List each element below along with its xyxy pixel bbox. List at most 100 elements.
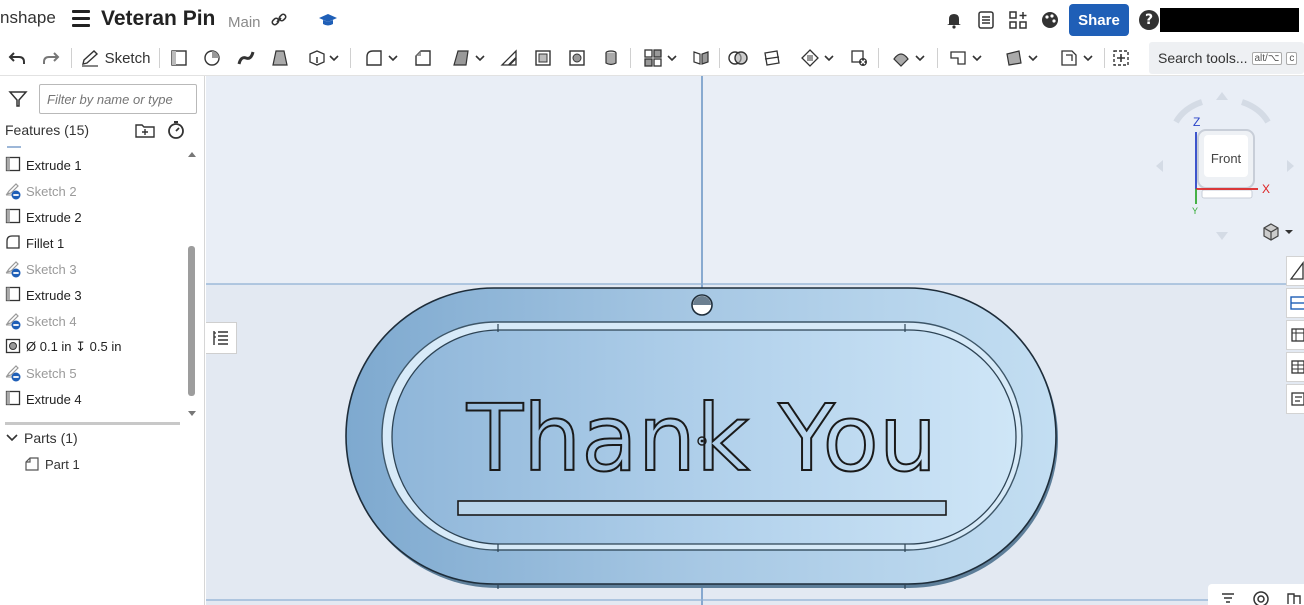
sketch-button[interactable]: Sketch (79, 44, 151, 72)
hole-tool-icon[interactable] (566, 44, 588, 72)
extrude-icon (5, 390, 23, 408)
rotate-arc-right[interactable] (1240, 99, 1271, 124)
cylinder-tool-icon[interactable] (600, 44, 622, 72)
rotate-left-arrow-icon[interactable] (1156, 160, 1163, 172)
cube-icon (1263, 223, 1279, 241)
filter-selection-icon[interactable] (1220, 590, 1236, 605)
rotate-down-arrow-icon[interactable] (1216, 232, 1228, 240)
rotate-up-arrow-icon[interactable] (1216, 92, 1228, 100)
boolean-tool-icon[interactable] (727, 44, 749, 72)
x-axis-label: X (1262, 182, 1270, 196)
feature-item[interactable]: Extrude 3 (5, 284, 82, 306)
view-options-dropdown[interactable] (1262, 222, 1296, 242)
chamfer-tool-icon[interactable] (412, 44, 434, 72)
color-palette-icon[interactable] (1040, 10, 1060, 30)
view-cube-bottom-face[interactable] (1201, 189, 1253, 199)
scrollbar-thumb[interactable] (188, 246, 195, 396)
named-views-icon (1291, 392, 1304, 406)
scroll-down-icon[interactable] (187, 410, 197, 418)
mass-properties-icon (1291, 360, 1304, 374)
plane-tool-dropdown[interactable] (943, 44, 987, 72)
measure-tool[interactable] (1286, 256, 1304, 286)
chevron-down-icon (1027, 55, 1038, 62)
help-icon[interactable]: ? (1139, 10, 1159, 30)
feature-item[interactable]: Sketch 2 (5, 180, 77, 202)
learning-cap-icon[interactable] (318, 11, 338, 29)
feature-item-label: Extrude 3 (26, 287, 82, 303)
document-title[interactable]: Veteran Pin (101, 7, 215, 31)
thicken-tool-dropdown[interactable] (303, 44, 343, 72)
add-folder-icon[interactable] (135, 121, 155, 139)
feature-panel-toggle[interactable] (206, 322, 237, 354)
checklist-icon[interactable] (976, 10, 996, 30)
menu-icon[interactable] (72, 10, 90, 28)
y-axis-label: Y (1192, 206, 1198, 216)
appearance-tool[interactable] (1286, 320, 1304, 350)
modify-tool-dropdown[interactable] (886, 44, 930, 72)
feature-item[interactable]: Sketch 4 (5, 310, 77, 332)
sheet-metal-tool-dropdown[interactable] (1054, 44, 1098, 72)
feature-item-label: Sketch 5 (26, 365, 77, 381)
shell-tool-icon[interactable] (532, 44, 554, 72)
sweep-tool-icon[interactable] (235, 44, 257, 72)
features-header[interactable]: Features (15) (5, 122, 89, 138)
feature-item[interactable]: Extrude 2 (5, 206, 82, 228)
search-tools-input[interactable]: Search tools... alt/⌥ c (1149, 42, 1304, 74)
mirror-tool-icon[interactable] (690, 44, 712, 72)
surface-tool-dropdown[interactable] (999, 44, 1043, 72)
filter-icon[interactable] (8, 90, 28, 108)
redo-icon[interactable] (40, 44, 62, 72)
feature-item-label: Extrude 1 (26, 157, 82, 173)
undo-icon[interactable] (6, 44, 28, 72)
target-icon[interactable] (1252, 590, 1270, 605)
mass-properties-tool[interactable] (1286, 352, 1304, 382)
share-button[interactable]: Share (1069, 4, 1129, 36)
feature-item[interactable]: Sketch 3 (5, 258, 77, 280)
feature-item[interactable]: Ø 0.1 in ↧ 0.5 in (5, 336, 121, 358)
app-store-icon[interactable] (1008, 10, 1028, 30)
part-icon (25, 457, 39, 471)
panel-resize-divider[interactable] (5, 422, 180, 425)
bottom-right-tools (1208, 584, 1304, 605)
draft-tool-dropdown[interactable] (446, 44, 490, 72)
extrude-tool-icon[interactable] (168, 44, 190, 72)
revolve-tool-icon[interactable] (201, 44, 223, 72)
section-view-tool[interactable] (1286, 288, 1304, 318)
feature-item[interactable]: Sketch 5 (5, 362, 77, 384)
draft-icon (452, 50, 469, 66)
rib-tool-icon[interactable] (498, 44, 520, 72)
feature-filter-input[interactable] (39, 84, 197, 114)
named-views-tool[interactable] (1286, 384, 1304, 414)
embossed-text[interactable]: Thank You (465, 384, 938, 493)
rollback-timer-icon[interactable] (166, 120, 186, 140)
onshape-logo[interactable]: nshape (0, 8, 56, 28)
rotate-right-arrow-icon[interactable] (1287, 160, 1294, 172)
add-custom-feature-icon[interactable] (1110, 44, 1132, 72)
split-tool-icon[interactable] (761, 44, 783, 72)
pattern-tool-dropdown[interactable] (638, 44, 682, 72)
appearance-icon (1291, 328, 1304, 342)
feature-item-label: Sketch 2 (26, 183, 77, 199)
feature-item[interactable]: Fillet 1 (5, 232, 64, 254)
workspace-label[interactable]: Main (228, 14, 261, 31)
part-item[interactable]: Part 1 (23, 456, 80, 472)
toolbar-divider (937, 48, 938, 68)
chevron-down-icon (914, 55, 925, 62)
sheet-metal-icon (1060, 50, 1077, 66)
parts-header[interactable]: Parts (1) (5, 430, 78, 446)
underline-bar[interactable] (457, 500, 947, 516)
feature-item[interactable]: Extrude 4 (5, 388, 82, 410)
feature-item[interactable]: Extrude 1 (5, 154, 82, 176)
link-icon[interactable] (270, 11, 288, 29)
graphics-viewport[interactable]: Thank You Front Z X Y (206, 76, 1304, 605)
model-canvas[interactable]: Thank You (206, 76, 1304, 605)
user-account-menu[interactable] (1160, 8, 1299, 32)
scroll-up-icon[interactable] (187, 150, 197, 158)
bell-icon[interactable] (944, 10, 964, 30)
delete-part-tool-icon[interactable] (848, 44, 870, 72)
fillet-tool-dropdown[interactable] (359, 44, 403, 72)
units-icon[interactable] (1286, 590, 1302, 605)
feature-item-label: Ø 0.1 in ↧ 0.5 in (26, 339, 122, 354)
transform-tool-dropdown[interactable] (795, 44, 839, 72)
loft-tool-icon[interactable] (269, 44, 291, 72)
